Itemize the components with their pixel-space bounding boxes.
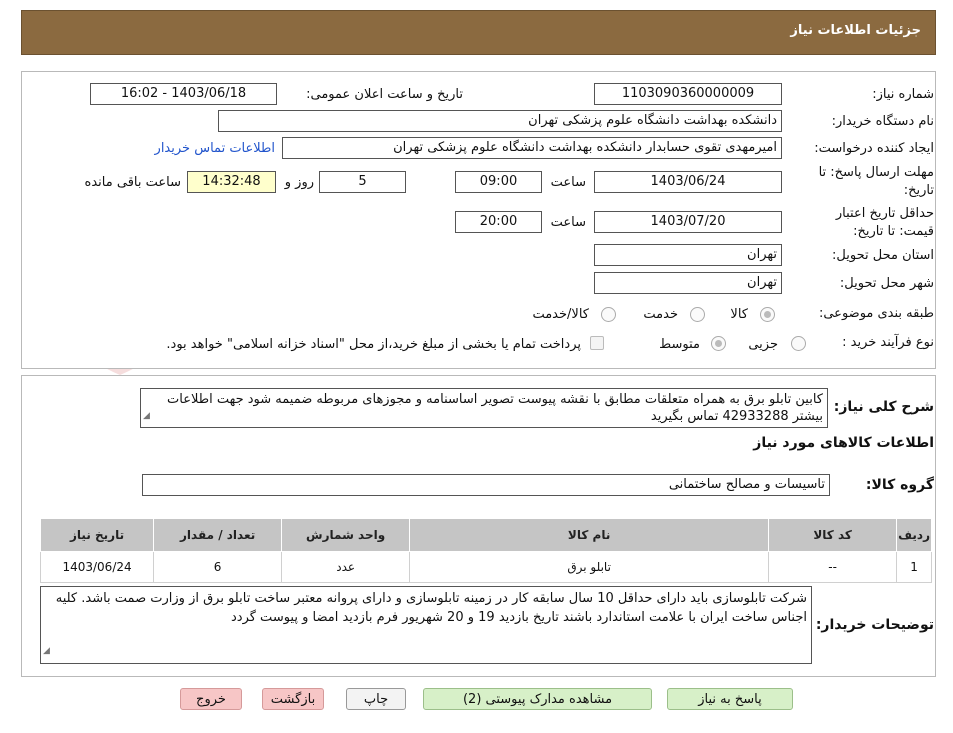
goods-group-label: گروه کالا: (865, 477, 934, 493)
process-option-medium: متوسط (659, 337, 700, 352)
summary-label: شرح کلی نیاز: (833, 399, 934, 415)
table-row: 1 -- تابلو برق عدد 6 1403/06/24 (39, 551, 932, 583)
col-header-name: نام کالا (409, 518, 770, 552)
summary-textarea[interactable]: کابین تابلو برق به همراه متعلقات مطابق ب… (140, 388, 828, 428)
remaining-label: ساعت باقی مانده (84, 175, 181, 190)
days-field: 5 (319, 171, 406, 193)
deadline-time-label: ساعت (550, 175, 586, 190)
resize-grip-icon[interactable]: ◢ (43, 642, 50, 661)
col-header-qty: تعداد / مقدار (153, 518, 283, 552)
buyer-notes-text: شرکت تابلوسازی باید دارای حداقل 10 سال س… (55, 591, 807, 625)
province-field: تهران (594, 244, 782, 266)
view-attachments-button[interactable]: مشاهده مدارک پیوستی (2) (423, 688, 652, 710)
goods-info-title: اطلاعات کالاهای مورد نیاز (753, 435, 934, 451)
deadline-label-line2: تاریخ: (903, 183, 934, 198)
category-option-goods-service: کالا/خدمت (532, 307, 589, 322)
cell-qty: 6 (153, 551, 283, 583)
validity-label-line2: قیمت: تا تاریخ: (853, 224, 934, 239)
page-title: جزئيات اطلاعات نياز (790, 23, 921, 38)
treasury-payment-note: پرداخت تمام یا بخشی از مبلغ خرید،از محل … (166, 337, 581, 352)
cell-row-number: 1 (896, 551, 932, 583)
validity-label-line1: حداقل تاریخ اعتبار (835, 206, 934, 221)
back-button[interactable]: بازگشت (262, 688, 324, 710)
col-header-unit: واحد شمارش (281, 518, 411, 552)
resize-grip-icon[interactable]: ◢ (143, 408, 150, 425)
cell-unit: عدد (281, 551, 411, 583)
process-label: نوع فرآیند خرید : (842, 335, 934, 350)
process-radio-medium[interactable] (711, 336, 726, 351)
col-header-code: کد کالا (768, 518, 898, 552)
goods-table-header-row: ردیف کد کالا نام کالا واحد شمارش تعداد /… (39, 518, 932, 552)
print-button[interactable]: چاپ (346, 688, 406, 710)
category-radio-goods-service[interactable] (601, 307, 616, 322)
col-header-row: ردیف (896, 518, 932, 552)
deadline-time-field: 09:00 (455, 171, 542, 193)
requester-label: ایجاد کننده درخواست: (814, 141, 934, 156)
category-option-service: خدمت (643, 307, 678, 322)
announce-label: تاریخ و ساعت اعلان عمومی: (306, 87, 463, 102)
province-label: استان محل تحویل: (832, 248, 934, 263)
need-number-label: شماره نیاز: (872, 87, 934, 102)
days-label: روز و (284, 175, 314, 190)
buyer-org-field: دانشکده بهداشت دانشگاه علوم پزشکی تهران (218, 110, 782, 132)
buyer-org-label: نام دستگاه خریدار: (831, 114, 934, 129)
category-radio-goods[interactable] (760, 307, 775, 322)
buyer-notes-textarea[interactable]: شرکت تابلوسازی باید دارای حداقل 10 سال س… (40, 586, 812, 664)
deadline-label-line1: مهلت ارسال پاسخ: تا (818, 165, 934, 180)
process-radio-minor[interactable] (791, 336, 806, 351)
cell-name: تابلو برق (409, 551, 770, 583)
city-field: تهران (594, 272, 782, 294)
buyer-notes-label: توضیحات خریدار: (815, 617, 934, 633)
announce-datetime-field: 1403/06/18 - 16:02 (90, 83, 277, 105)
need-number-field: 1103090360000009 (594, 83, 782, 105)
treasury-payment-checkbox[interactable] (590, 336, 604, 350)
category-radio-service[interactable] (690, 307, 705, 322)
goods-table: ردیف کد کالا نام کالا واحد شمارش تعداد /… (39, 518, 932, 583)
remaining-time-field: 14:32:48 (187, 171, 276, 193)
deadline-date-field: 1403/06/24 (594, 171, 782, 193)
validity-time-label: ساعت (550, 215, 586, 230)
city-label: شهر محل تحویل: (839, 276, 934, 291)
category-label: طبقه بندی موضوعی: (818, 306, 934, 321)
summary-text: کابین تابلو برق به همراه متعلقات مطابق ب… (167, 392, 823, 424)
category-option-goods: کالا (730, 307, 748, 322)
buyer-contact-link[interactable]: اطلاعات تماس خریدار (155, 141, 275, 156)
validity-date-field: 1403/07/20 (594, 211, 782, 233)
reply-button[interactable]: پاسخ به نیاز (667, 688, 793, 710)
process-option-minor: جزیی (748, 337, 778, 352)
goods-group-field: تاسیسات و مصالح ساختمانی (142, 474, 830, 496)
page-header: جزئيات اطلاعات نياز (21, 10, 936, 55)
validity-time-field: 20:00 (455, 211, 542, 233)
cell-date: 1403/06/24 (39, 551, 155, 583)
requester-field: امیرمهدی تقوی حسابدار دانشکده بهداشت دان… (282, 137, 782, 159)
col-header-date: تاریخ نیاز (39, 518, 155, 552)
exit-button[interactable]: خروج (180, 688, 242, 710)
cell-code: -- (768, 551, 898, 583)
